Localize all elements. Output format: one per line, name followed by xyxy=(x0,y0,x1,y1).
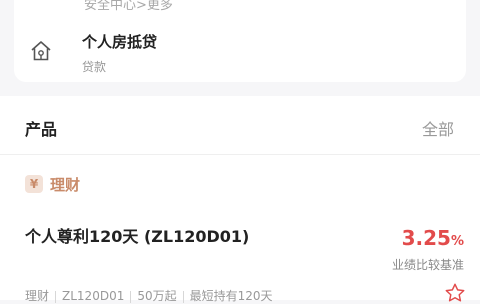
view-all-link[interactable]: 全部 xyxy=(422,116,454,140)
mortgage-title: 个人房抵贷 xyxy=(82,33,158,51)
product-rate: 3.25% xyxy=(402,226,464,250)
yen-icon: ¥ xyxy=(25,175,43,193)
category-name: 理财 xyxy=(50,176,81,194)
rate-unit: % xyxy=(450,234,464,249)
rate-value: 3.25 xyxy=(401,226,451,250)
mortgage-subtitle: 贷款 xyxy=(82,60,107,74)
quick-entry-card: 安全中心>更多 个人房抵贷 贷款 xyxy=(14,0,466,82)
security-center-more-link[interactable]: 安全中心>更多 xyxy=(84,0,173,13)
tag: 50万起 xyxy=(137,289,177,303)
tag-divider xyxy=(55,290,57,303)
products-section-title: 产品 xyxy=(25,120,58,139)
tag: 理财 xyxy=(25,289,50,303)
star-icon[interactable] xyxy=(444,282,466,304)
products-header: 产品 全部 xyxy=(0,96,480,155)
mortgage-loan-entry[interactable]: 个人房抵贷 贷款 xyxy=(14,28,466,80)
tag-divider xyxy=(182,290,184,303)
product-tags: 理财 ZL120D01 50万起 最短持有120天 xyxy=(25,287,273,304)
products-panel: 产品 全部 ¥ 理财 个人尊利120天 (ZL120D01) 3.25% 业绩比… xyxy=(0,96,480,303)
tag: ZL120D01 xyxy=(62,289,125,303)
product-name[interactable]: 个人尊利120天 (ZL120D01) xyxy=(25,223,249,247)
rate-caption: 业绩比较基准 xyxy=(391,258,464,272)
house-icon xyxy=(31,41,51,61)
tag: 最短持有120天 xyxy=(189,289,273,303)
tag-divider xyxy=(130,290,132,303)
